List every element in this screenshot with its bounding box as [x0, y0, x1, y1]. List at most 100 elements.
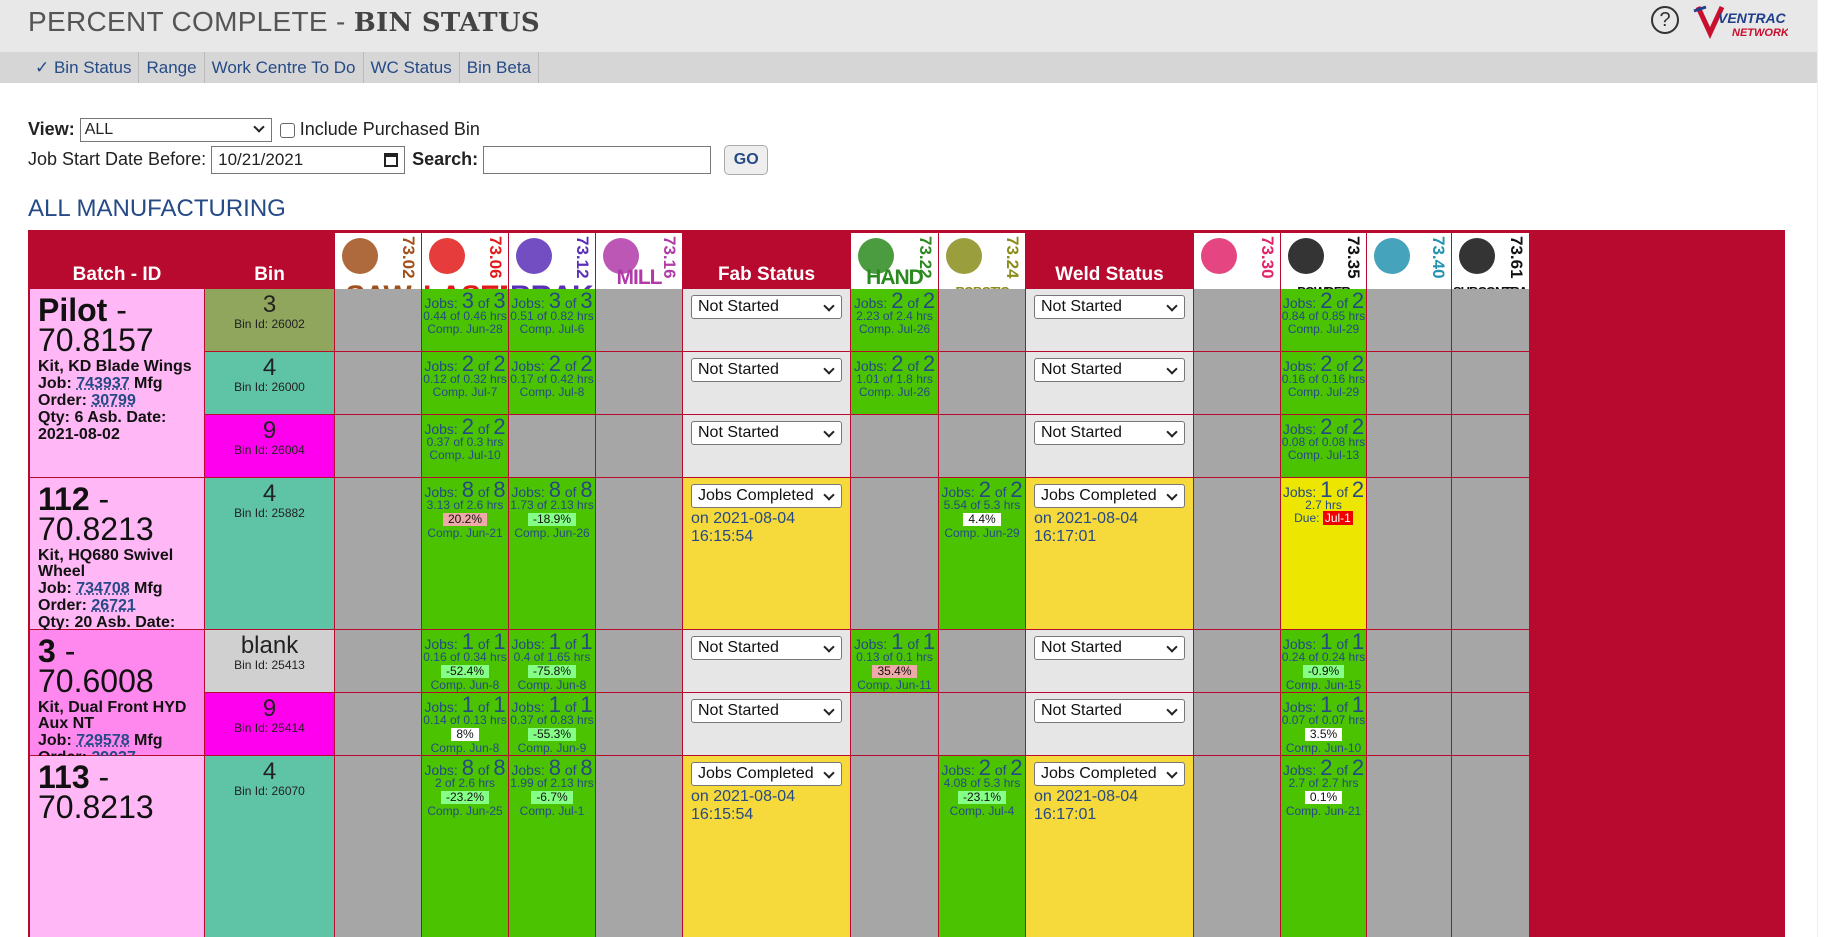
brake-jobs[interactable]: Jobs: 8 of 8 1.99 of 2.13 hrs -6.7% Comp. J…: [509, 756, 595, 937]
variance-badge: -6.7%: [531, 791, 573, 804]
laser-jobs[interactable]: Jobs: 1 of 1 0.16 of 0.34 hrs -52.4% Comp. …: [422, 630, 508, 692]
nav-tab-0[interactable]: ✓ Bin Status: [28, 52, 140, 83]
bin-number: blank: [240, 632, 299, 659]
robotic-jobs[interactable]: Jobs: 2 of 2 4.08 of 5.3 hrs -23.1% Comp. J…: [939, 756, 1025, 937]
fab-status-select[interactable]: Not Started: [691, 295, 842, 319]
filter-row: Job Start Date Before: 10/21/2021 Search…: [28, 145, 769, 175]
search-input[interactable]: [483, 146, 712, 174]
job-link[interactable]: 734708: [76, 580, 129, 597]
laser-jobs[interactable]: Jobs: 2 of 2 0.12 of 0.32 hrs Comp. Jul-7: [422, 352, 508, 414]
saw-empty: [335, 756, 421, 937]
mill-empty: [596, 478, 682, 629]
powder-jobs[interactable]: Jobs: 1 of 2 2.7 hrs Due: Jul-1: [1281, 478, 1366, 629]
weld-status-select[interactable]: Jobs Completed: [1034, 762, 1185, 786]
powder-jobs[interactable]: Jobs: 2 of 2 0.08 of 0.08 hrs Comp. Jul-13: [1281, 415, 1366, 477]
fab-status-select[interactable]: Jobs Completed: [691, 484, 842, 508]
brake-icon: [516, 238, 552, 274]
hand-jobs[interactable]: Jobs: 1 of 1 0.13 of 0.1 hrs 35.4% Comp. Ju…: [851, 630, 938, 692]
subcontract-empty: [1452, 756, 1529, 937]
powder-jobs[interactable]: Jobs: 2 of 2 0.84 of 0.85 hrs Comp. Jul-29: [1281, 289, 1366, 351]
variance-badge: -23.1%: [957, 791, 1007, 804]
view-select[interactable]: ALL: [79, 118, 272, 142]
fab-status-select[interactable]: Not Started: [691, 636, 842, 660]
batch-qty: Qty: 6 Asb. Date: 2021-08-02: [38, 409, 167, 443]
fab-status-select[interactable]: Not Started: [691, 421, 842, 445]
brake-jobs[interactable]: Jobs: 1 of 1 0.4 of 1.65 hrs -75.8% Comp. J…: [509, 630, 595, 692]
scrollbar[interactable]: [1817, 0, 1831, 937]
mfg-order-link[interactable]: 30799: [91, 392, 136, 409]
brake-jobs[interactable]: Jobs: 3 of 3 0.51 of 0.82 hrs Comp. Jul-6: [509, 289, 595, 351]
brake-jobs[interactable]: Jobs: 2 of 2 0.17 of 0.42 hrs Comp. Jul-8: [509, 352, 595, 414]
bin-cell[interactable]: 9 Bin Id: 26004: [205, 415, 334, 477]
nav-tab-1[interactable]: Range: [139, 52, 205, 83]
laser-jobs[interactable]: Jobs: 3 of 3 0.44 of 0.46 hrs Comp. Jun-28: [422, 289, 508, 351]
include-purchased-checkbox[interactable]: [279, 122, 295, 138]
laser-jobs[interactable]: Jobs: 1 of 1 0.14 of 0.13 hrs 8% Comp. Jun-…: [422, 693, 508, 755]
chevron-down-icon: [823, 641, 835, 653]
powder-code: 73.35: [1344, 236, 1363, 279]
nav-tab-2[interactable]: Work Centre To Do: [205, 52, 364, 83]
bin-id: Bin Id: 25882: [234, 506, 305, 520]
date-input[interactable]: 10/21/2021: [211, 146, 406, 174]
bin-cell[interactable]: 4 Bin Id: 26000: [205, 352, 334, 414]
chevron-down-icon: [823, 363, 835, 375]
variance-badge: 8%: [451, 728, 479, 741]
view-row: View: ALL Include Purchased Bin: [28, 118, 480, 142]
chevron-down-icon: [1166, 363, 1178, 375]
fab-status-select[interactable]: Jobs Completed: [691, 762, 842, 786]
weld-status-select[interactable]: Not Started: [1034, 295, 1185, 319]
bin-cell[interactable]: 4 Bin Id: 26070: [205, 756, 334, 937]
robotic-empty: [939, 630, 1025, 692]
variance-badge: -75.8%: [527, 665, 577, 678]
liquid-empty: [1194, 693, 1280, 755]
bin-id: Bin Id: 26000: [234, 380, 305, 394]
liquid-empty: [1194, 478, 1280, 629]
nav-tab-3[interactable]: WC Status: [364, 52, 460, 83]
assembly-empty: [1367, 630, 1451, 692]
brake-empty: [509, 415, 595, 477]
powder-jobs[interactable]: Jobs: 1 of 1 0.24 of 0.24 hrs -0.9% Comp. J…: [1281, 630, 1366, 692]
calendar-icon[interactable]: [384, 153, 399, 167]
liquid-icon: [1201, 238, 1237, 274]
brake-jobs[interactable]: Jobs: 8 of 8 1.73 of 2.13 hrs -18.9% Comp. …: [509, 478, 595, 629]
fab-status-select[interactable]: Not Started: [691, 358, 842, 382]
laser-jobs[interactable]: Jobs: 8 of 82 of 2.6 hrs -23.2% Comp. Jun-…: [422, 756, 508, 937]
weld-status-select[interactable]: Not Started: [1034, 421, 1185, 445]
chevron-down-icon: [1166, 426, 1178, 438]
laser-jobs[interactable]: Jobs: 2 of 2 0.37 of 0.3 hrs Comp. Jul-10: [422, 415, 508, 477]
powder-jobs[interactable]: Jobs: 2 of 2 2.7 of 2.7 hrs 0.1% Comp. Jun-…: [1281, 756, 1366, 937]
weld-status-select[interactable]: Not Started: [1034, 636, 1185, 660]
fab-status-cell: Jobs Completed on 2021-08-04 16:15:54: [683, 756, 850, 937]
variance-badge: -0.9%: [1302, 665, 1345, 678]
weld-status-select[interactable]: Not Started: [1034, 699, 1185, 723]
weld-status-select[interactable]: Jobs Completed: [1034, 484, 1185, 508]
ventrac-logo[interactable]: VENTRAC NETWORK: [1692, 3, 1790, 41]
nav-tab-4[interactable]: Bin Beta: [460, 52, 540, 83]
bin-id: Bin Id: 26004: [234, 443, 305, 457]
bin-cell[interactable]: 4 Bin Id: 25882: [205, 478, 334, 629]
liquid-empty: [1194, 352, 1280, 414]
weld-status-cell: Not Started: [1026, 693, 1193, 755]
bin-cell[interactable]: 9 Bin Id: 25414: [205, 693, 334, 755]
hand-jobs[interactable]: Jobs: 2 of 2 2.23 of 2.4 hrs Comp. Jul-26: [851, 289, 938, 351]
powder-jobs[interactable]: Jobs: 2 of 2 0.16 of 0.16 hrs Comp. Jul-29: [1281, 352, 1366, 414]
mfg-order-link[interactable]: 26721: [91, 597, 136, 614]
powder-jobs[interactable]: Jobs: 1 of 1 0.07 of 0.07 hrs 3.5% Comp. Ju…: [1281, 693, 1366, 755]
job-link[interactable]: 729578: [76, 732, 129, 749]
fab-status-select[interactable]: Not Started: [691, 699, 842, 723]
weld-status-select[interactable]: Not Started: [1034, 358, 1185, 382]
batch-id: 112 - 70.8213: [38, 481, 154, 547]
job-link[interactable]: 743937: [76, 375, 129, 392]
bin-cell[interactable]: blank Bin Id: 25413: [205, 630, 334, 692]
bin-cell[interactable]: 3 Bin Id: 26002: [205, 289, 334, 351]
hand-jobs[interactable]: Jobs: 2 of 2 1.01 of 1.8 hrs Comp. Jul-26: [851, 352, 938, 414]
go-button[interactable]: GO: [724, 145, 769, 175]
fab-status-cell: Not Started: [683, 289, 850, 351]
robotic-jobs[interactable]: Jobs: 2 of 2 5.54 of 5.3 hrs 4.4% Comp. Jun…: [939, 478, 1025, 629]
laser-code: 73.06: [486, 236, 505, 279]
subcontract-empty: [1452, 352, 1529, 414]
laser-jobs[interactable]: Jobs: 8 of 8 3.13 of 2.6 hrs 20.2% Comp. Ju…: [422, 478, 508, 629]
laser-icon: [429, 238, 465, 274]
brake-jobs[interactable]: Jobs: 1 of 1 0.37 of 0.83 hrs -55.3% Comp. …: [509, 693, 595, 755]
help-icon[interactable]: ?: [1651, 6, 1679, 34]
